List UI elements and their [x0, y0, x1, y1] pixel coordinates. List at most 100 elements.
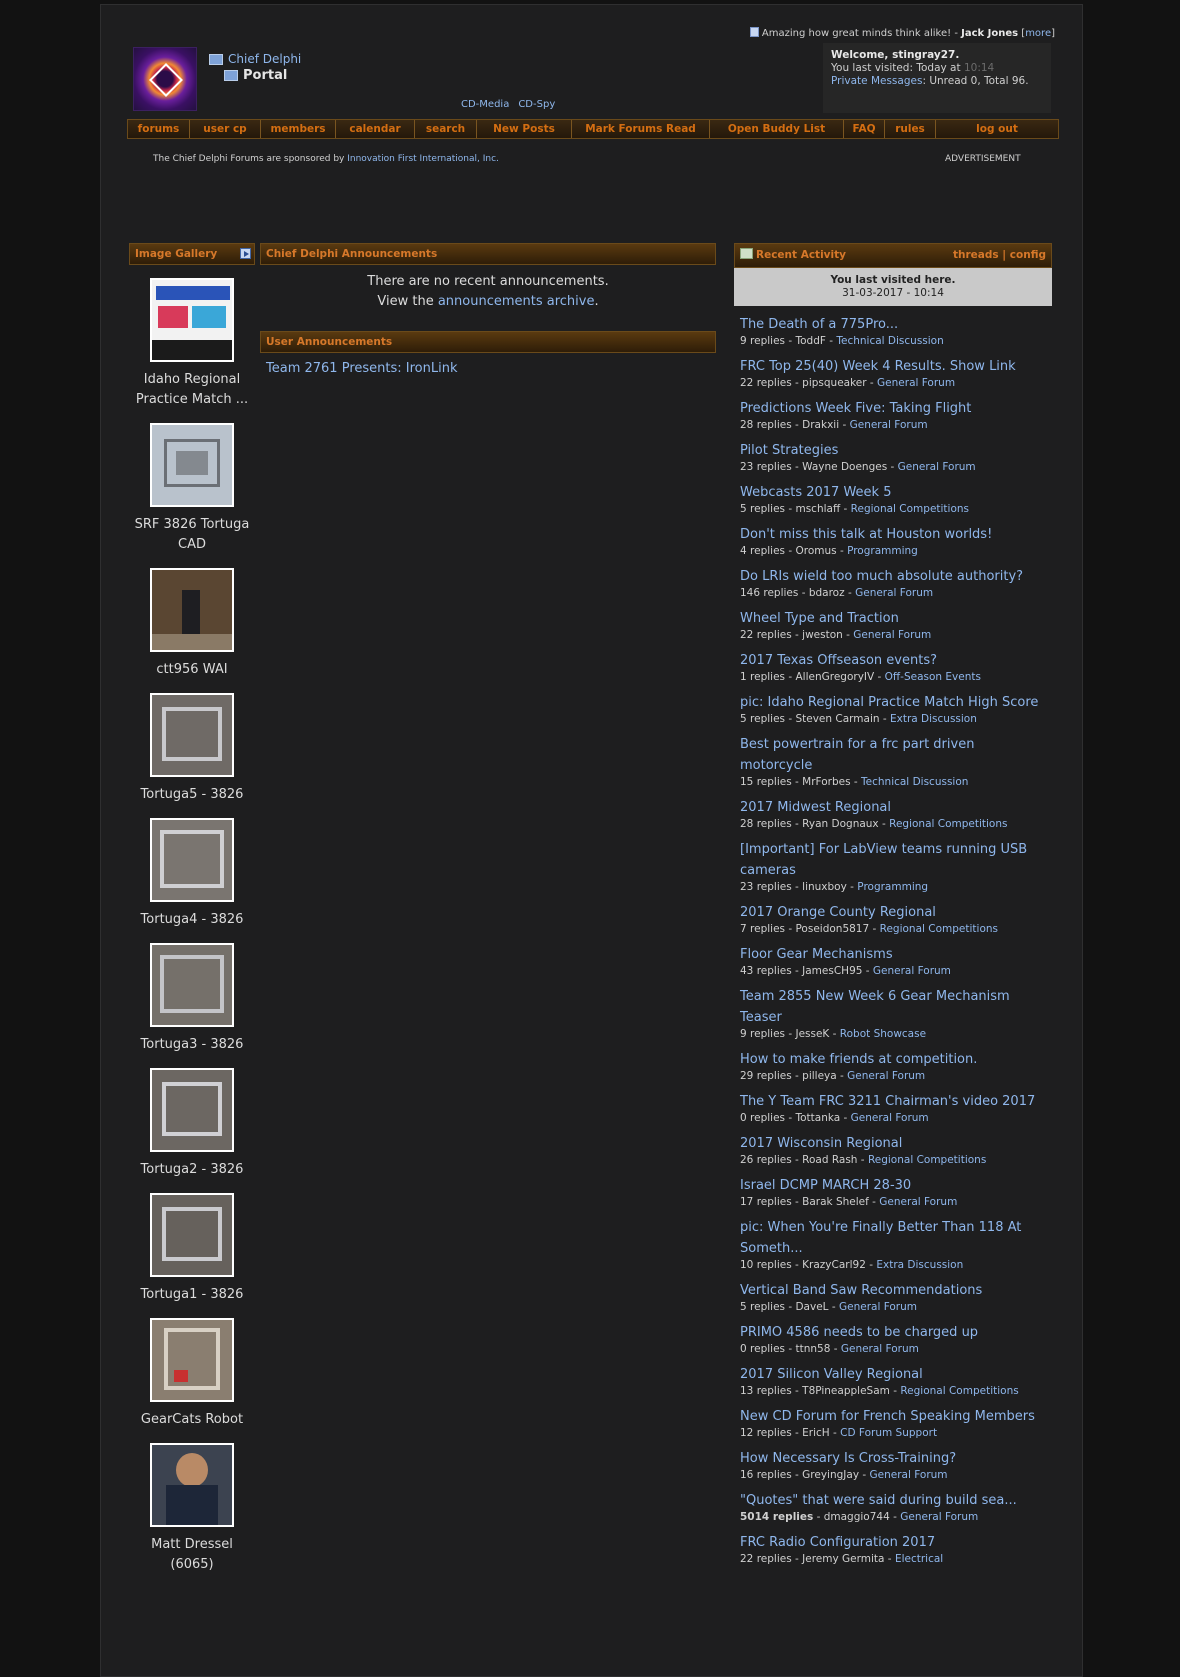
gallery-thumbnail[interactable]: [150, 943, 234, 1027]
thread-title-link[interactable]: "Quotes" that were said during build sea…: [740, 1490, 1046, 1511]
gallery-caption[interactable]: Tortuga1 - 3826: [129, 1285, 255, 1305]
thread-user[interactable]: EricH: [802, 1427, 830, 1439]
thread-forum-link[interactable]: General Forum: [851, 1112, 929, 1124]
thread-user[interactable]: Ryan Dognaux: [802, 818, 879, 830]
nav-members[interactable]: members: [261, 120, 336, 138]
thread-forum-link[interactable]: Programming: [847, 545, 918, 557]
user-announcement-link[interactable]: Team 2761 Presents: IronLink: [266, 361, 716, 376]
gallery-item[interactable]: GearCats Robot: [129, 1318, 255, 1430]
expand-icon[interactable]: [240, 248, 251, 259]
gallery-item[interactable]: ctt956 WAI: [129, 568, 255, 680]
thread-forum-link[interactable]: General Forum: [898, 461, 976, 473]
thread-title-link[interactable]: How to make friends at competition.: [740, 1049, 1046, 1070]
gallery-thumbnail[interactable]: [150, 1443, 234, 1527]
thread-user[interactable]: ttnn58: [795, 1343, 830, 1355]
gallery-caption[interactable]: Tortuga3 - 3826: [129, 1035, 255, 1055]
thread-user[interactable]: Oromus: [795, 545, 836, 557]
gallery-item[interactable]: Tortuga5 - 3826: [129, 693, 255, 805]
thread-forum-link[interactable]: Robot Showcase: [840, 1028, 926, 1040]
thread-title-link[interactable]: PRIMO 4586 needs to be charged up: [740, 1322, 1046, 1343]
thread-title-link[interactable]: 2017 Midwest Regional: [740, 797, 1046, 818]
thread-user[interactable]: Wayne Doenges: [802, 461, 887, 473]
thread-forum-link[interactable]: General Forum: [877, 377, 955, 389]
gallery-thumbnail[interactable]: [150, 1318, 234, 1402]
thread-user[interactable]: Drakxii: [802, 419, 839, 431]
thread-title-link[interactable]: The Death of a 775Pro...: [740, 314, 1046, 335]
thread-user[interactable]: AllenGregoryIV: [795, 671, 874, 683]
thread-user[interactable]: Poseidon5817: [795, 923, 869, 935]
thread-user[interactable]: dmaggio744: [824, 1511, 890, 1523]
gallery-item[interactable]: Tortuga3 - 3826: [129, 943, 255, 1055]
gallery-item[interactable]: Tortuga2 - 3826: [129, 1068, 255, 1180]
private-messages-link[interactable]: Private Messages: [831, 75, 922, 87]
gallery-caption[interactable]: Tortuga4 - 3826: [129, 910, 255, 930]
thread-title-link[interactable]: FRC Radio Configuration 2017: [740, 1532, 1046, 1553]
thread-user[interactable]: Barak Shelef: [802, 1196, 869, 1208]
config-link[interactable]: config: [1010, 249, 1046, 261]
nav-rules[interactable]: rules: [885, 120, 936, 138]
gallery-caption[interactable]: SRF 3826 Tortuga CAD: [129, 515, 255, 555]
thread-user[interactable]: GreyingJay: [802, 1469, 859, 1481]
thread-title-link[interactable]: The Y Team FRC 3211 Chairman's video 201…: [740, 1091, 1046, 1112]
thread-forum-link[interactable]: General Forum: [855, 587, 933, 599]
thread-forum-link[interactable]: General Forum: [853, 629, 931, 641]
gallery-caption[interactable]: Matt Dressel (6065): [129, 1535, 255, 1575]
thread-user[interactable]: mschlaff: [795, 503, 840, 515]
gallery-thumbnail[interactable]: [150, 693, 234, 777]
thread-user[interactable]: pilleya: [802, 1070, 837, 1082]
thread-title-link[interactable]: Pilot Strategies: [740, 440, 1046, 461]
nav-faq[interactable]: FAQ: [844, 120, 885, 138]
thread-user[interactable]: JesseK: [795, 1028, 829, 1040]
thread-forum-link[interactable]: Regional Competitions: [851, 503, 969, 515]
thread-forum-link[interactable]: General Forum: [873, 965, 951, 977]
gallery-item[interactable]: SRF 3826 Tortuga CAD: [129, 423, 255, 555]
thread-user[interactable]: ToddF: [795, 335, 825, 347]
thread-title-link[interactable]: pic: When You're Finally Better Than 118…: [740, 1217, 1046, 1259]
nav-new-posts[interactable]: New Posts: [477, 120, 572, 138]
thread-title-link[interactable]: 2017 Wisconsin Regional: [740, 1133, 1046, 1154]
thread-forum-link[interactable]: General Forum: [850, 419, 928, 431]
nav-log-out[interactable]: log out: [936, 120, 1058, 138]
thread-forum-link[interactable]: Technical Discussion: [836, 335, 943, 347]
thread-forum-link[interactable]: Regional Competitions: [880, 923, 998, 935]
thread-forum-link[interactable]: Electrical: [895, 1553, 943, 1565]
thread-user[interactable]: MrForbes: [802, 776, 850, 788]
nav-user-cp[interactable]: user cp: [190, 120, 261, 138]
thread-user[interactable]: KrazyCarl92: [802, 1259, 866, 1271]
gallery-thumbnail[interactable]: [150, 1068, 234, 1152]
thread-title-link[interactable]: Don't miss this talk at Houston worlds!: [740, 524, 1046, 545]
thread-forum-link[interactable]: Programming: [857, 881, 928, 893]
thread-user[interactable]: linuxboy: [802, 881, 847, 893]
thread-title-link[interactable]: FRC Top 25(40) Week 4 Results. Show Link: [740, 356, 1046, 377]
quote-more-link[interactable]: more: [1025, 28, 1051, 39]
nav-open-buddy-list[interactable]: Open Buddy List: [710, 120, 844, 138]
thread-forum-link[interactable]: General Forum: [900, 1511, 978, 1523]
thread-forum-link[interactable]: Technical Discussion: [861, 776, 968, 788]
gallery-item[interactable]: Idaho Regional Practice Match ...: [129, 278, 255, 410]
nav-search[interactable]: search: [415, 120, 477, 138]
thread-title-link[interactable]: How Necessary Is Cross-Training?: [740, 1448, 1046, 1469]
gallery-caption[interactable]: ctt956 WAI: [129, 660, 255, 680]
gallery-item[interactable]: Tortuga1 - 3826: [129, 1193, 255, 1305]
thread-user[interactable]: Steven Carmain: [795, 713, 879, 725]
gallery-item[interactable]: Tortuga4 - 3826: [129, 818, 255, 930]
sponsor-link[interactable]: Innovation First International, Inc.: [347, 154, 499, 164]
chief-delphi-logo[interactable]: [133, 47, 197, 111]
thread-forum-link[interactable]: General Forum: [839, 1301, 917, 1313]
thread-title-link[interactable]: Israel DCMP MARCH 28-30: [740, 1175, 1046, 1196]
gallery-caption[interactable]: GearCats Robot: [129, 1410, 255, 1430]
thread-user[interactable]: bdaroz: [809, 587, 845, 599]
gallery-thumbnail[interactable]: [150, 818, 234, 902]
thread-user[interactable]: jweston: [802, 629, 843, 641]
thread-user[interactable]: Tottanka: [795, 1112, 840, 1124]
breadcrumb-site-link[interactable]: Chief Delphi: [228, 52, 301, 66]
thread-user[interactable]: T8PineappleSam: [802, 1385, 890, 1397]
nav-calendar[interactable]: calendar: [336, 120, 415, 138]
thread-title-link[interactable]: Webcasts 2017 Week 5: [740, 482, 1046, 503]
gallery-caption[interactable]: Idaho Regional Practice Match ...: [129, 370, 255, 410]
thread-title-link[interactable]: 2017 Silicon Valley Regional: [740, 1364, 1046, 1385]
thread-title-link[interactable]: Best powertrain for a frc part driven mo…: [740, 734, 1046, 776]
gallery-thumbnail[interactable]: [150, 423, 234, 507]
thread-forum-link[interactable]: CD Forum Support: [840, 1427, 937, 1439]
nav-mark-forums-read[interactable]: Mark Forums Read: [572, 120, 710, 138]
